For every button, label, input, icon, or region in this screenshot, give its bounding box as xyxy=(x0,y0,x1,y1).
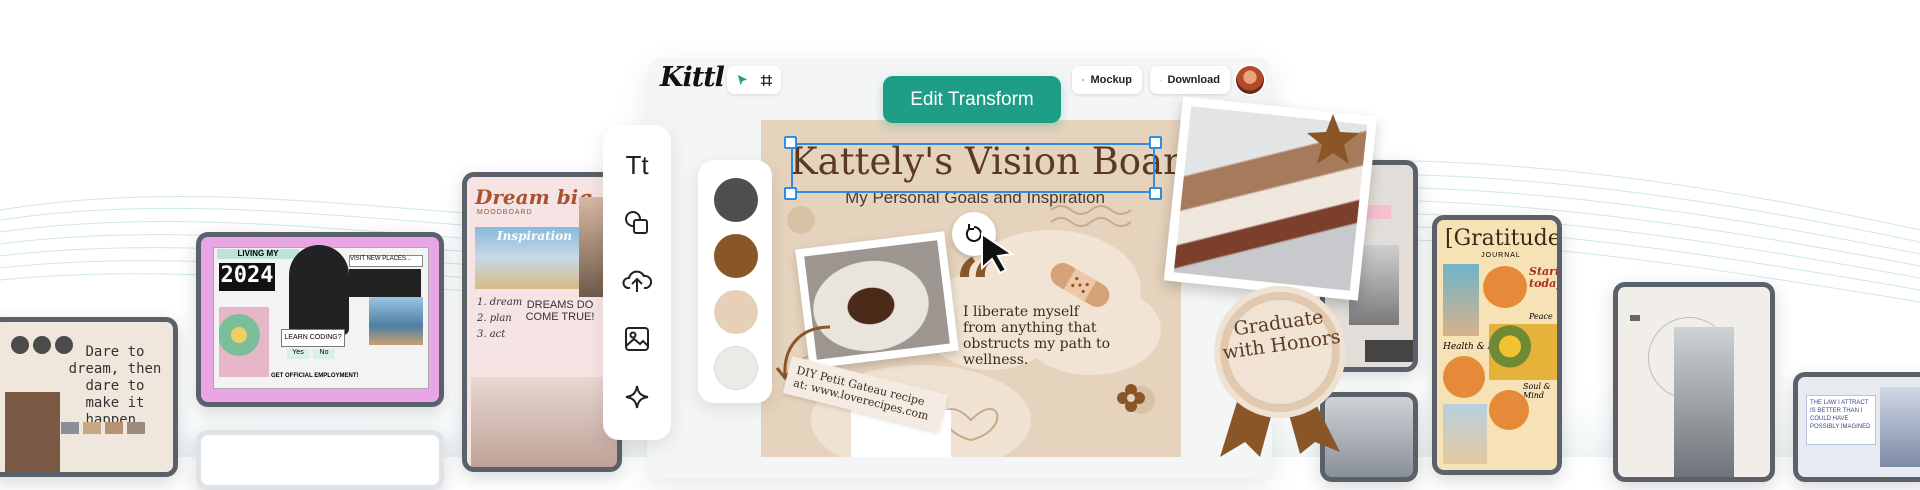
text-tool-icon[interactable]: Tt xyxy=(603,145,671,185)
yes-button: Yes xyxy=(287,349,309,359)
dot-decoration xyxy=(11,336,29,354)
dream-list-item: 2. plan xyxy=(477,313,512,324)
year-label: 2024 xyxy=(219,263,275,291)
color-swatch-1[interactable] xyxy=(714,178,758,222)
learn-coding-label: LEARN CODING? xyxy=(281,329,345,347)
download-icon xyxy=(1160,79,1162,81)
user-avatar[interactable] xyxy=(1236,66,1264,94)
resize-handle-top-right[interactable] xyxy=(1149,136,1162,149)
ai-sparkle-icon[interactable] xyxy=(603,377,671,417)
template-card-partial[interactable] xyxy=(196,430,444,490)
image-icon[interactable] xyxy=(603,319,671,359)
silhouette-photo xyxy=(289,245,349,335)
template-card-living-2024[interactable]: LIVING MY 2024 VISIT NEW PLACES... LEARN… xyxy=(196,232,444,407)
dare-quote: Dare to dream, then dare to make it happ… xyxy=(68,344,162,428)
orange-bubble xyxy=(1483,266,1527,308)
color-swatch-4[interactable] xyxy=(714,346,758,390)
upload-icon[interactable] xyxy=(603,261,671,301)
gratitude-title: [Gratitude] xyxy=(1445,226,1557,251)
template-card-dream-big[interactable]: Dream big MOODBOARD Inspiration 1. dream… xyxy=(462,172,622,472)
dream-list-item: 1. dream xyxy=(477,297,523,308)
couple-photo xyxy=(1443,404,1487,464)
resize-handle-bottom-left[interactable] xyxy=(784,187,797,200)
fashion-photo xyxy=(1674,327,1734,477)
download-button[interactable]: Download xyxy=(1150,66,1230,94)
template-card-fashion[interactable] xyxy=(1613,282,1775,482)
swim-photo xyxy=(1443,264,1479,336)
palette-strip xyxy=(61,422,161,434)
soul-label: Soul & Mind xyxy=(1523,382,1551,400)
color-swatch-3[interactable] xyxy=(714,290,758,334)
resize-handle-bottom-right[interactable] xyxy=(1149,187,1162,200)
template-card-gratitude[interactable]: [Gratitude] JOURNAL Start today! Peace H… xyxy=(1432,215,1562,475)
selection-box[interactable] xyxy=(791,143,1155,193)
visit-places-label: VISIT NEW PLACES... xyxy=(349,255,423,267)
orange-bubble xyxy=(1443,356,1485,398)
inspiration-banner: Inspiration xyxy=(497,229,572,243)
dream-big-title: Dream big xyxy=(475,185,593,209)
template-card-law-of-attraction[interactable]: THE LAW I ATTRACT IS BETTER THAN I COULD… xyxy=(1793,372,1920,482)
color-swatches-panel xyxy=(698,160,772,403)
building-photo xyxy=(5,392,60,472)
peace-label: Peace xyxy=(1529,312,1553,321)
dot-decoration xyxy=(33,336,51,354)
template-card-dare-to-dream[interactable]: Dare to dream, then dare to make it happ… xyxy=(0,317,178,477)
pointer-icon[interactable] xyxy=(732,70,752,90)
edit-transform-badge: Edit Transform xyxy=(883,76,1061,123)
city-photo xyxy=(369,297,423,345)
shapes-tool-icon[interactable] xyxy=(603,203,671,243)
cursor-arrow-icon xyxy=(981,232,1015,275)
shirt-icon xyxy=(1082,78,1085,82)
orange-bubble xyxy=(1489,390,1529,430)
no-button: No xyxy=(313,349,335,359)
frame-icon[interactable] xyxy=(756,70,776,90)
beach-sitting-photo xyxy=(471,377,617,467)
mockup-label: Mockup xyxy=(1090,74,1132,86)
honors-medal xyxy=(1214,286,1346,457)
canvas-tool-group xyxy=(727,66,781,94)
dream-list-item: 3. act xyxy=(477,329,506,340)
start-today: Start today! xyxy=(1529,265,1557,290)
flowers-illustration xyxy=(219,307,269,377)
bandage-icon xyxy=(1050,263,1110,307)
list-panel xyxy=(349,269,421,297)
living-header: LIVING MY xyxy=(217,249,299,259)
mockup-button[interactable]: Mockup xyxy=(1072,66,1142,94)
download-label: Download xyxy=(1167,74,1220,86)
gratitude-sub: JOURNAL xyxy=(1481,252,1521,259)
tool-palette: Tt xyxy=(603,125,671,440)
color-swatch-2[interactable] xyxy=(714,234,758,278)
star-icon xyxy=(1307,114,1359,164)
dreams-come-true: DREAMS DO COME TRUE! xyxy=(525,299,595,323)
moodboard-sub: MOODBOARD xyxy=(477,209,533,216)
resize-handle-top-left[interactable] xyxy=(784,136,797,149)
law-note: THE LAW I ATTRACT IS BETTER THAN I COULD… xyxy=(1806,395,1876,445)
kittl-logo[interactable]: Kittl xyxy=(660,62,725,93)
sunflowers-photo xyxy=(1489,324,1557,380)
employment-label: GET OFFICIAL EMPLOYMENT! xyxy=(271,373,359,379)
